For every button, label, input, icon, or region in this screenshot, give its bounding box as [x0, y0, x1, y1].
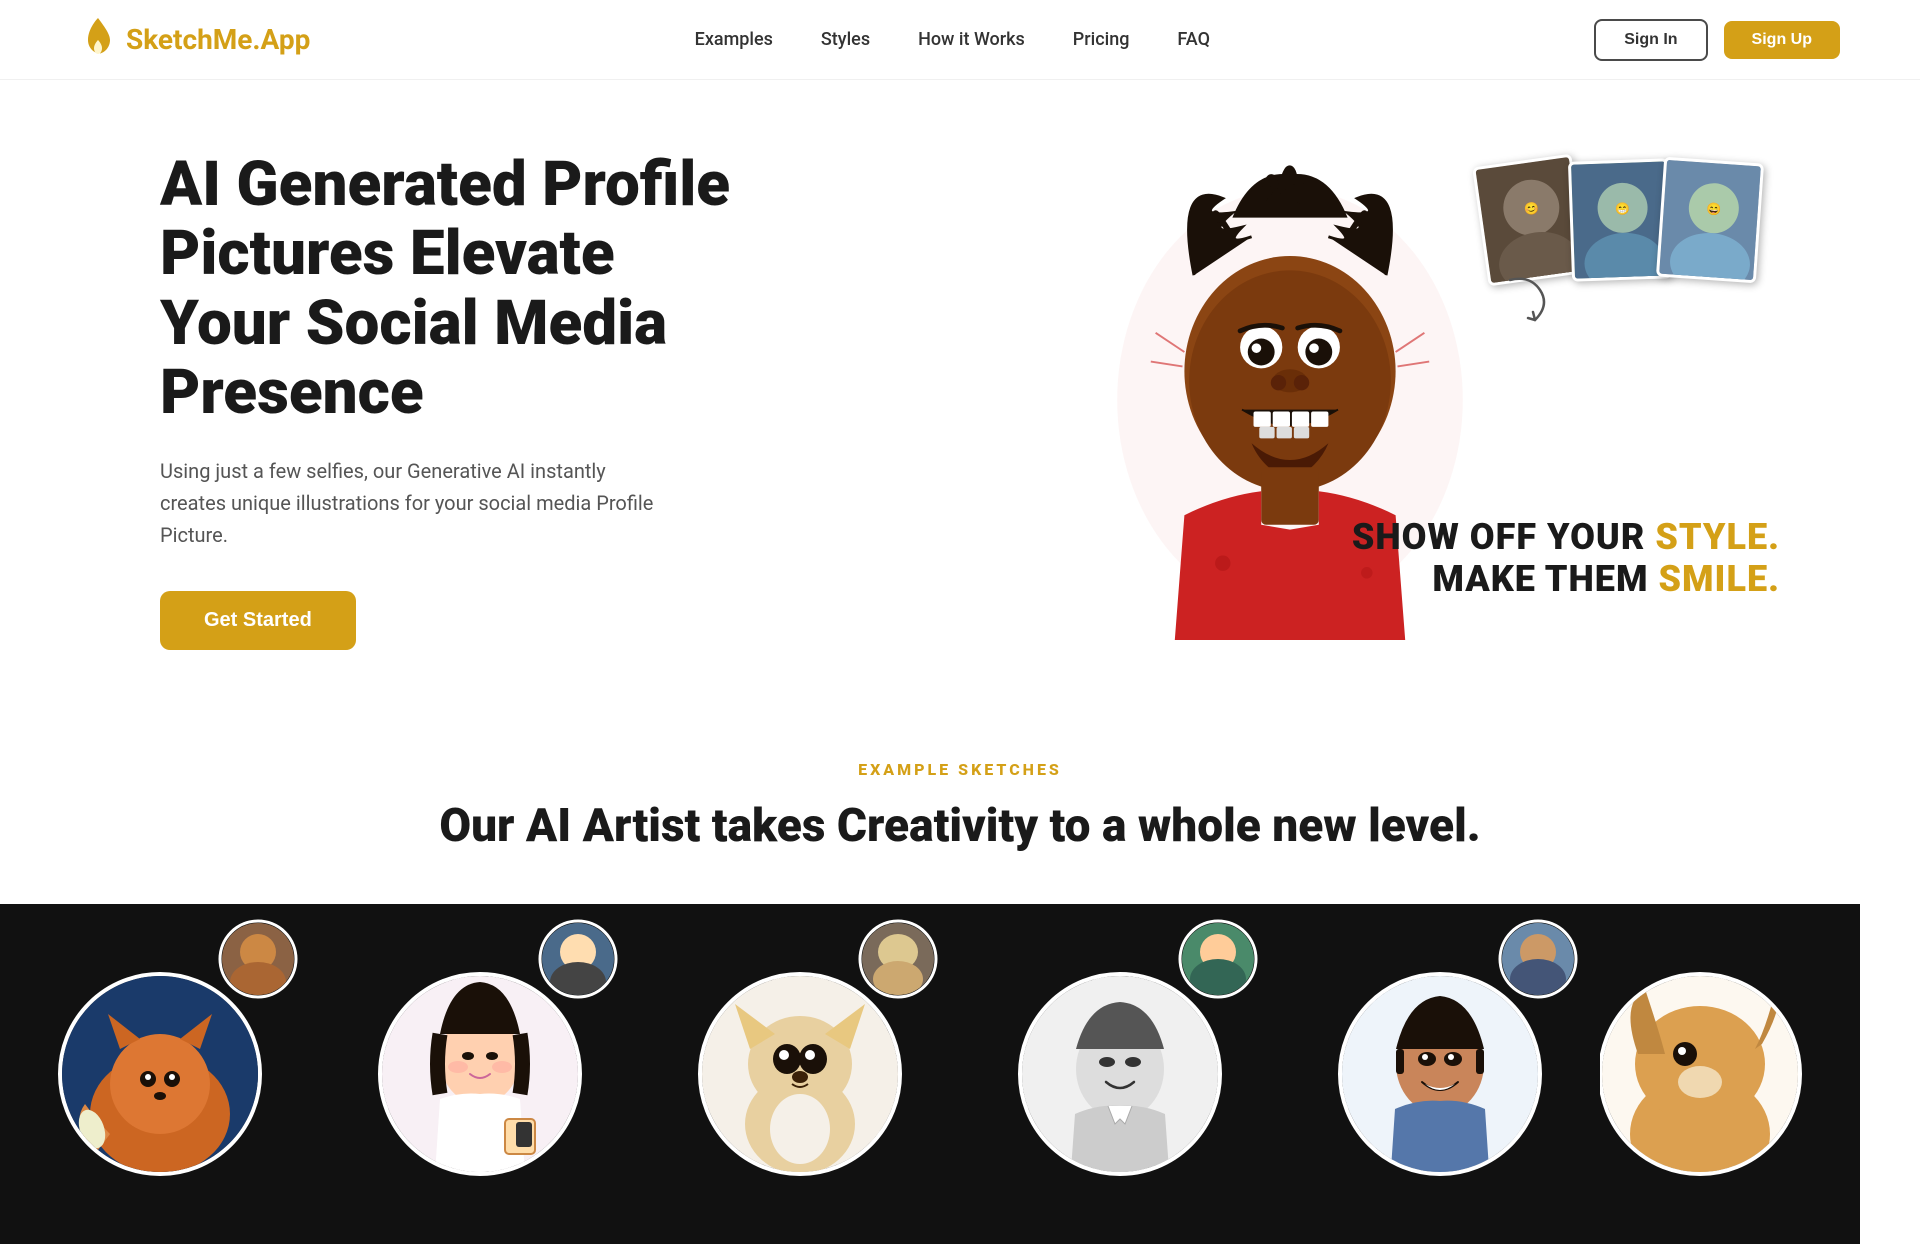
nav-actions: Sign In Sign Up: [1594, 19, 1840, 61]
logo[interactable]: SketchMe.App: [80, 16, 310, 64]
nav-item-faq[interactable]: FAQ: [1177, 29, 1210, 50]
sketch-gallery: [0, 904, 1920, 1244]
section-title: Our AI Artist takes Creativity to a whol…: [0, 799, 1920, 854]
photo-collage: 😊 😁 😄: [1490, 160, 1760, 280]
nav-item-examples[interactable]: Examples: [695, 29, 773, 50]
sketch-item: [640, 904, 960, 1244]
sketch-item: [0, 904, 320, 1244]
sketch-item: [1600, 904, 1860, 1244]
svg-text:😊: 😊: [1523, 201, 1540, 217]
hero-section: AI Generated Profile Pictures Elevate Yo…: [0, 80, 1920, 700]
svg-text:😄: 😄: [1706, 202, 1722, 217]
arrow-icon: [1500, 270, 1580, 330]
signup-button[interactable]: Sign Up: [1724, 21, 1840, 59]
examples-section: EXAMPLE SKETCHES Our AI Artist takes Cre…: [0, 700, 1920, 1244]
tagline-line2: MAKE THEM SMILE.: [1352, 558, 1780, 600]
sketch-item: [320, 904, 640, 1244]
flame-icon: [80, 16, 116, 64]
navbar: SketchMe.App Examples Styles How it Work…: [0, 0, 1920, 80]
sketch-item: [960, 904, 1280, 1244]
tagline-line1: SHOW OFF YOUR STYLE.: [1352, 516, 1780, 558]
signin-button[interactable]: Sign In: [1594, 19, 1707, 61]
hero-image-area: 😊 😁 😄: [740, 140, 1840, 660]
hero-tagline: SHOW OFF YOUR STYLE. MAKE THEM SMILE.: [1352, 516, 1780, 600]
photo-thumb-3: 😄: [1656, 157, 1764, 284]
tagline-highlight-1: STYLE.: [1655, 516, 1780, 558]
nav-item-pricing[interactable]: Pricing: [1073, 29, 1130, 50]
nav-item-styles[interactable]: Styles: [821, 29, 870, 50]
hero-subtitle: Using just a few selfies, our Generative…: [160, 455, 660, 551]
sketch-item: [1280, 904, 1600, 1244]
get-started-button[interactable]: Get Started: [160, 591, 356, 650]
hero-title: AI Generated Profile Pictures Elevate Yo…: [160, 150, 740, 428]
brand-name: SketchMe.App: [126, 23, 310, 56]
tagline-highlight-2: SMILE.: [1658, 558, 1780, 600]
nav-item-how-it-works[interactable]: How it Works: [918, 29, 1025, 50]
hero-content: AI Generated Profile Pictures Elevate Yo…: [160, 150, 740, 651]
nav-links: Examples Styles How it Works Pricing FAQ: [695, 29, 1210, 50]
section-eyebrow: EXAMPLE SKETCHES: [0, 760, 1920, 779]
svg-text:😁: 😁: [1615, 202, 1630, 217]
